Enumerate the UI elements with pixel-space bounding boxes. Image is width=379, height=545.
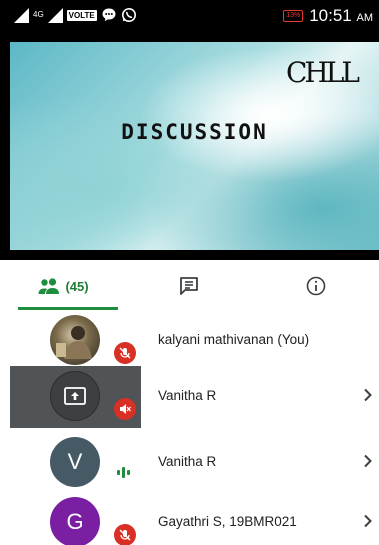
chevron-right-icon[interactable]: [363, 454, 373, 468]
participant-row[interactable]: kalyani mathivanan (You): [0, 310, 379, 372]
participant-row[interactable]: Vanitha R: [0, 366, 379, 428]
volume-off-icon: [114, 398, 136, 420]
participant-name: Vanitha R: [158, 388, 217, 403]
mic-off-icon: [114, 524, 136, 545]
present-screen-icon: [64, 387, 86, 405]
participant-thumbnail: [10, 310, 141, 372]
participant-thumbnail: [10, 366, 141, 428]
tab-people[interactable]: (45): [0, 262, 126, 310]
participant-row[interactable]: G Gayathri S, 19BMR021: [0, 492, 379, 545]
participant-name: Vanitha R: [158, 454, 217, 469]
presentation-video[interactable]: CHLL DISCUSSION: [0, 30, 379, 260]
message-icon: [102, 8, 116, 22]
participant-row[interactable]: V Vanitha R: [0, 432, 379, 494]
signal-icon: [47, 7, 63, 23]
avatar: V: [50, 437, 100, 487]
profile-photo-icon: [56, 326, 92, 359]
signal-icon: [14, 7, 29, 23]
info-icon: [306, 276, 325, 296]
clock: 10:51 AM: [309, 6, 373, 25]
mic-off-icon: [114, 342, 136, 364]
tab-info[interactable]: [252, 262, 379, 310]
participant-count: (45): [65, 278, 89, 294]
network-type: 4G: [33, 10, 44, 19]
participant-thumbnail: V: [10, 432, 141, 494]
volte-badge: VOLTE: [66, 9, 97, 21]
whatsapp-icon: [121, 8, 136, 22]
battery-icon: 13%: [283, 10, 304, 22]
avatar: [50, 315, 100, 365]
avatar-initial: G: [66, 509, 84, 534]
chevron-right-icon[interactable]: [363, 388, 373, 402]
chat-icon: [180, 277, 198, 295]
participant-thumbnail: G: [10, 492, 141, 545]
tab-chat[interactable]: [126, 262, 252, 310]
avatar: [50, 371, 100, 421]
speaking-indicator-icon: [117, 467, 130, 478]
slide-title: DISCUSSION: [121, 120, 268, 144]
status-bar: 4G VOLTE 13% 10:51 AM: [0, 0, 379, 30]
participant-name: kalyani mathivanan (You): [158, 332, 310, 347]
chevron-right-icon[interactable]: [363, 514, 373, 528]
presentation-slide: CHLL DISCUSSION: [10, 42, 379, 250]
logo: CHLL: [285, 56, 360, 89]
avatar-initial: V: [67, 449, 83, 474]
people-icon: [38, 278, 60, 294]
avatar: G: [50, 497, 100, 545]
participant-name: Gayathri S, 19BMR021: [158, 514, 297, 529]
tab-bar: (45): [0, 262, 379, 310]
